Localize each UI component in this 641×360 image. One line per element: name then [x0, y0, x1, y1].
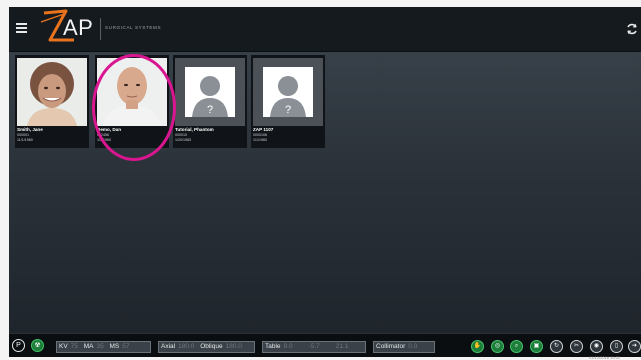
patient-card[interactable]: Demo, Dan 012456 1/1/1960	[95, 55, 169, 148]
oblique-label: Oblique	[200, 343, 223, 350]
axial-label: Axial	[161, 343, 176, 350]
patient-card[interactable]: ? ZAP 1107 0000106 1/1/1960	[251, 55, 325, 148]
placeholder-mark: ?	[207, 104, 213, 116]
hand-icon[interactable]: ✋	[471, 340, 484, 353]
table-z-value: 21.1	[335, 343, 349, 350]
datetime: 01/12/2018 15:22	[589, 355, 621, 360]
collimator-label: Collimator	[376, 343, 406, 350]
collimator-value: 0.0	[408, 343, 418, 350]
logo-subtitle: SURGICAL SYSTEMS	[105, 25, 162, 30]
patient-dob: 1/1/1960	[97, 137, 111, 142]
bottom-status-bar: P ☢ KV 75 MA 35 MS 57 Axial 180.0 Oblique 180…	[9, 333, 641, 357]
table-label: Table	[265, 343, 281, 350]
ma-value: 35	[96, 343, 104, 350]
refresh-icon[interactable]	[625, 22, 639, 36]
logo-text: AP	[63, 15, 94, 40]
kv-value: 75	[70, 343, 78, 350]
placeholder-mark: ?	[285, 104, 291, 116]
patient-card[interactable]: ? Tutorial, Phantom 000010 1/20/1983	[173, 55, 247, 148]
table-y-value: -5.7	[308, 343, 320, 350]
target-icon[interactable]: ◎	[491, 340, 504, 353]
next-icon[interactable]: ➔	[628, 340, 641, 353]
patient-card[interactable]: Smith, Jane 000001 11/1/1960	[15, 55, 89, 148]
placeholder-avatar-icon: ?	[175, 58, 245, 126]
scissors-icon[interactable]: ✂	[570, 340, 583, 353]
p-button[interactable]: P	[12, 339, 25, 352]
exposure-panel: KV 75 MA 35 MS 57	[56, 341, 151, 353]
oblique-value: 180.0	[225, 343, 242, 350]
search-icon[interactable]: ⌕	[510, 340, 523, 353]
rotate-icon[interactable]: ↻	[550, 340, 563, 353]
ms-value: 57	[122, 343, 130, 350]
ms-label: MS	[109, 343, 120, 350]
eye-icon[interactable]: ◉	[590, 340, 603, 353]
app-window: AP SURGICAL SYSTEMS Smith, Jane 000001 1…	[9, 7, 641, 357]
camera-icon[interactable]: ▣	[530, 340, 543, 353]
menu-icon[interactable]	[16, 23, 27, 33]
kv-label: KV	[59, 343, 68, 350]
patient-dob: 1/20/1983	[175, 137, 191, 142]
collimator-panel: Collimator 0.0	[373, 341, 435, 353]
ma-label: MA	[83, 343, 94, 350]
radiation-icon[interactable]: ☢	[31, 339, 44, 352]
logo-divider	[100, 18, 101, 40]
table-x-value: 9.0	[283, 343, 293, 350]
table-panel: Table 9.0 -5.7 21.1	[262, 341, 366, 353]
top-bar: AP SURGICAL SYSTEMS	[9, 7, 641, 52]
door-icon[interactable]: ▯	[610, 340, 623, 353]
angle-panel: Axial 180.0 Oblique 180.0	[158, 341, 255, 353]
patient-photo	[17, 58, 87, 126]
patient-dob: 11/1/1960	[17, 137, 33, 142]
patient-photo	[97, 58, 167, 126]
axial-value: 180.0	[178, 343, 195, 350]
patient-dob: 1/1/1960	[253, 137, 267, 142]
placeholder-avatar-icon: ?	[253, 58, 323, 126]
